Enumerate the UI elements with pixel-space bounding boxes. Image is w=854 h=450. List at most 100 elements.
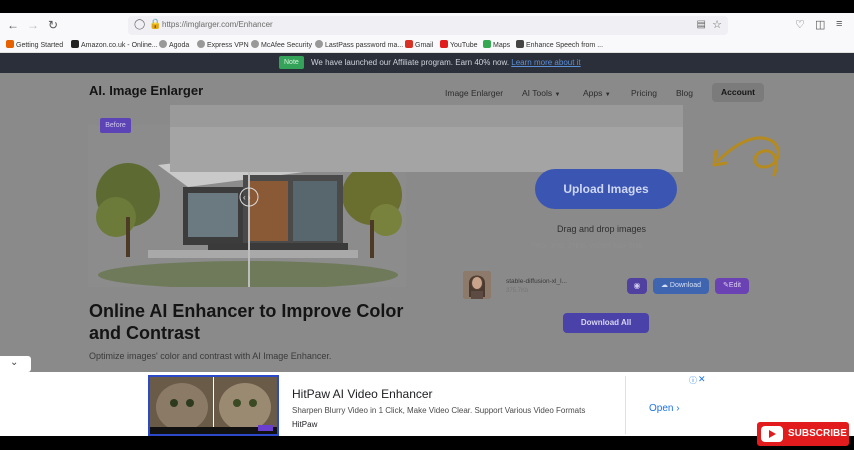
- hero-subline: Optimize images' color and contrast with…: [89, 351, 332, 361]
- ad-open-label: Open: [649, 403, 674, 414]
- nav-ai-tools[interactable]: AI Tools ▼: [522, 88, 560, 98]
- nav-apps[interactable]: Apps ▼: [583, 88, 611, 98]
- arrow-doodle-icon: [712, 136, 780, 177]
- bookmark-label: LastPass password ma...: [325, 42, 404, 49]
- chevron-down-icon: ▼: [554, 92, 561, 98]
- chevron-down-icon: ▼: [604, 92, 611, 98]
- reload-icon[interactable]: ↻: [45, 17, 61, 33]
- account-button[interactable]: Account: [712, 83, 764, 102]
- file-thumbnail: [463, 271, 491, 299]
- download-button[interactable]: ☁ Download: [653, 278, 709, 294]
- cloud-download-icon: ☁: [660, 282, 668, 289]
- bookmark-label: Getting Started: [16, 42, 64, 49]
- ad-title[interactable]: HitPaw AI Video Enhancer: [292, 387, 433, 401]
- announcement-bar: Note We have launched our Affiliate prog…: [0, 53, 854, 73]
- ad-divider: [625, 376, 626, 434]
- lock-icon[interactable]: 🔒: [149, 19, 161, 30]
- ad-brand: HitPaw: [292, 420, 318, 429]
- chevron-right-icon: ›: [676, 403, 680, 414]
- bookmark-label: McAfee Security: [261, 42, 312, 49]
- reader-view-icon[interactable]: ▤: [697, 19, 706, 30]
- bookmark-label: YouTube: [450, 42, 478, 49]
- cats-comparison-image: [150, 377, 277, 434]
- hero-headline: Online AI Enhancer to Improve Color and …: [89, 301, 404, 343]
- announcement-message: We have launched our Affiliate program. …: [311, 58, 510, 67]
- bookmark-amazon[interactable]: Amazon.co.uk - Online...: [71, 40, 158, 49]
- advertisement-banner[interactable]: HitPaw AI Video Enhancer Sharpen Blurry …: [0, 372, 854, 436]
- file-size: 375.7Kb: [506, 288, 529, 294]
- globe-icon: [315, 40, 323, 48]
- bookmark-label: Maps: [493, 42, 511, 49]
- globe-icon: [197, 40, 205, 48]
- bookmark-maps[interactable]: Maps: [483, 40, 510, 49]
- file-name: stable-diffusion-xl_l...: [506, 278, 567, 285]
- upload-images-button[interactable]: Upload Images: [535, 169, 677, 209]
- globe-icon: [159, 40, 167, 48]
- bookmark-star-icon[interactable]: ☆: [712, 18, 722, 31]
- bookmark-enhance-speech[interactable]: Enhance Speech from ...: [516, 40, 603, 49]
- bookmark-label: Express VPN: [207, 42, 249, 49]
- browser-toolbar: ← → ↻ ◯ 🔒 https://imglarger.com/Enhancer…: [0, 13, 854, 38]
- maps-icon: [483, 40, 491, 48]
- collapse-ad-button[interactable]: ⌄: [0, 356, 31, 372]
- chevron-down-icon: ⌄: [10, 357, 19, 368]
- subscribe-label: SUBSCRIBE: [788, 428, 847, 439]
- bookmark-label: Amazon.co.uk - Online...: [81, 42, 158, 49]
- menu-icon[interactable]: ≡: [836, 18, 842, 30]
- amazon-icon: [71, 40, 79, 48]
- bookmark-label: Enhance Speech from ...: [526, 42, 604, 49]
- back-icon[interactable]: ←: [5, 17, 21, 33]
- pocket-icon[interactable]: ♡: [795, 18, 805, 31]
- ad-image[interactable]: [148, 375, 279, 436]
- edit-button[interactable]: ✎Edit: [715, 278, 749, 294]
- note-badge: Note: [279, 56, 304, 69]
- before-tag: Before: [100, 118, 131, 133]
- nav-blog[interactable]: Blog: [676, 88, 693, 98]
- affiliate-link[interactable]: Learn more about it: [511, 58, 580, 67]
- firefox-icon: [6, 40, 14, 48]
- formats-text: PNG, JPG, JPEG, WEBP, Max 5MB: [531, 243, 643, 250]
- download-label: Download: [669, 282, 702, 289]
- youtube-logo-icon: [761, 426, 783, 442]
- subscribe-button[interactable]: SUBSCRIBE: [757, 422, 849, 446]
- globe-icon: [251, 40, 259, 48]
- url-text[interactable]: https://imglarger.com/Enhancer: [162, 20, 273, 29]
- nav-pricing[interactable]: Pricing: [631, 88, 657, 98]
- bookmark-express-vpn[interactable]: Express VPN: [197, 40, 249, 49]
- site-logo[interactable]: AI. Image Enlarger: [89, 83, 203, 98]
- extensions-icon[interactable]: ◫: [815, 18, 825, 31]
- bookmarks-bar: Getting Started Amazon.co.uk - Online...…: [0, 38, 854, 53]
- ad-info-icon[interactable]: ⓘ: [689, 375, 697, 386]
- adobe-icon: [516, 40, 524, 48]
- address-bar[interactable]: ◯ 🔒 https://imglarger.com/Enhancer ▤ ☆: [128, 16, 728, 35]
- bookmark-agoda[interactable]: Agoda: [159, 40, 189, 49]
- screen-frame: ← → ↻ ◯ 🔒 https://imglarger.com/Enhancer…: [0, 0, 854, 450]
- download-all-button[interactable]: Download All: [563, 313, 649, 333]
- bookmark-lastpass[interactable]: LastPass password ma...: [315, 40, 403, 49]
- nav-label: AI Tools: [522, 88, 553, 98]
- bookmark-mcafee[interactable]: McAfee Security: [251, 40, 312, 49]
- ad-open-button[interactable]: Open ›: [649, 403, 680, 414]
- bookmark-label: Gmail: [415, 42, 434, 49]
- modal-placeholder-body: [170, 127, 683, 172]
- youtube-icon: [440, 40, 448, 48]
- modal-placeholder: [170, 105, 683, 172]
- forward-icon[interactable]: →: [25, 17, 41, 33]
- svg-text:‹ ›: ‹ ›: [243, 193, 251, 202]
- portrait-thumbnail-icon: [463, 271, 491, 299]
- eye-icon: ◉: [633, 281, 641, 290]
- nav-image-enlarger[interactable]: Image Enlarger: [445, 88, 503, 98]
- preview-button[interactable]: ◉: [627, 278, 647, 294]
- drag-drop-text: Drag and drop images: [557, 224, 647, 234]
- bookmark-getting-started[interactable]: Getting Started: [6, 40, 63, 49]
- bookmark-label: Agoda: [169, 42, 190, 49]
- edit-label: Edit: [728, 282, 741, 289]
- ad-close-icon[interactable]: ✕: [698, 374, 706, 385]
- bookmark-gmail[interactable]: Gmail: [405, 40, 433, 49]
- shield-icon[interactable]: ◯: [134, 19, 145, 30]
- nav-label: Apps: [583, 88, 603, 98]
- bookmark-youtube[interactable]: YouTube: [440, 40, 478, 49]
- ad-description: Sharpen Blurry Video in 1 Click, Make Vi…: [292, 406, 586, 415]
- gmail-icon: [405, 40, 413, 48]
- announcement-text: We have launched our Affiliate program. …: [311, 58, 581, 67]
